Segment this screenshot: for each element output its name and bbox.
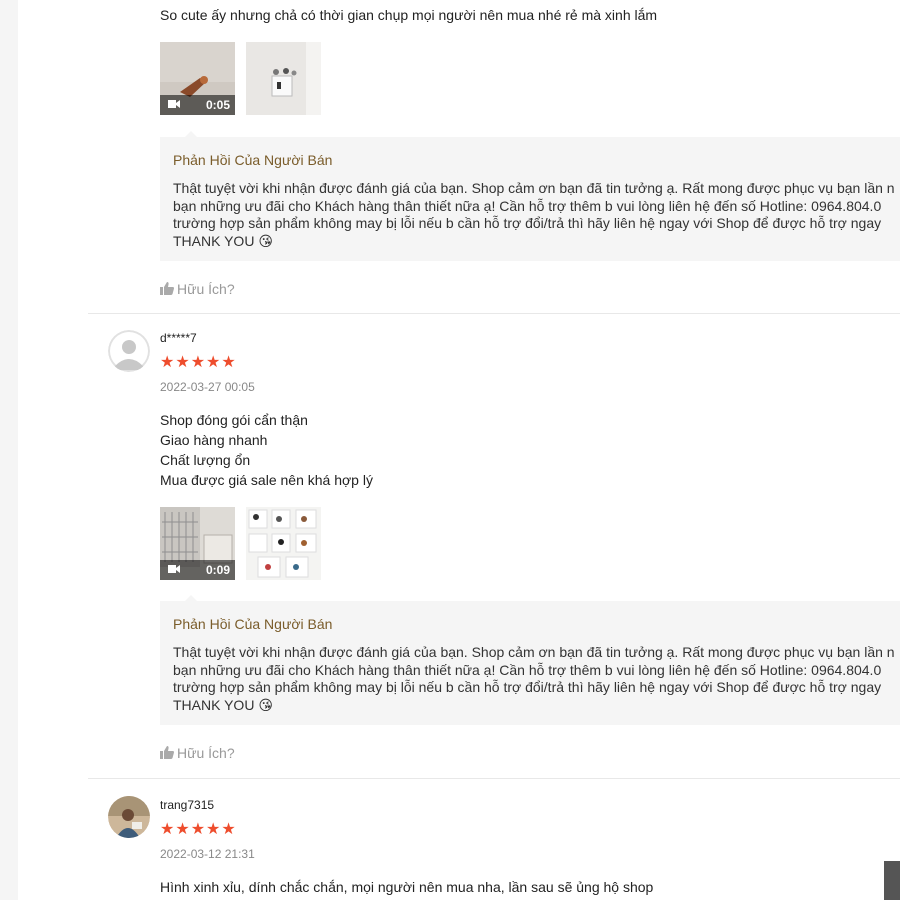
seller-reply-line: trường hợp sản phẩm không may bị lỗi nếu… (173, 215, 882, 231)
seller-reply-line: Thật tuyệt vời khi nhận được đánh giá củ… (173, 644, 895, 660)
seller-reply-line: bạn những ưu đãi cho Khách hàng thân thi… (173, 661, 882, 678)
review-date: 2022-03-27 00:05 (160, 380, 255, 394)
review-text-line: Giao hàng nhanh (160, 432, 268, 448)
seller-reply-body: Thật tuyệt vời khi nhận được đánh giá củ… (173, 180, 900, 250)
rating-stars: ★★★★★ (160, 354, 237, 371)
helpful-button[interactable]: Hữu Ích? (160, 281, 235, 297)
helpful-label: Hữu Ích? (177, 745, 235, 761)
review-image-thumbnail[interactable] (246, 507, 321, 580)
helpful-button[interactable]: Hữu Ích? (160, 745, 235, 761)
review-text-line: Chất lượng ổn (160, 452, 251, 468)
seller-reply-title: Phản Hồi Của Người Bán (173, 152, 333, 168)
review-text-line: Mua được giá sale nên khá hợp lý (160, 472, 373, 488)
review-date: 2022-03-12 21:31 (160, 847, 255, 861)
review-divider (88, 313, 900, 314)
seller-reply: Phản Hồi Của Người Bán Thật tuyệt vời kh… (160, 131, 900, 261)
review-photo (246, 507, 321, 580)
seller-reply: Phản Hồi Của Người Bán Thật tuyệt vời kh… (160, 595, 900, 725)
review-photo (246, 42, 321, 115)
avatar[interactable] (108, 796, 150, 838)
video-camera-icon (168, 100, 180, 108)
review-text-line: Shop đóng gói cẩn thận (160, 412, 308, 428)
review-text: So cute ấy nhưng chả có thời gian chụp m… (160, 7, 658, 23)
seller-reply-line: bạn những ưu đãi cho Khách hàng thân thi… (173, 197, 882, 214)
review-video-thumbnail[interactable]: 0:05 (160, 42, 235, 115)
video-camera-icon (168, 565, 180, 573)
seller-reply-title: Phản Hồi Của Người Bán (173, 616, 333, 632)
reviewer-name[interactable]: trang7315 (160, 798, 214, 812)
review-video-thumbnail[interactable]: 0:09 (160, 507, 235, 580)
helpful-label: Hữu Ích? (177, 281, 235, 297)
video-badge: 0:05 (160, 95, 235, 115)
rating-stars: ★★★★★ (160, 821, 237, 838)
reviews-panel (18, 0, 900, 900)
seller-reply-line: THANK YOU 😘 (173, 232, 273, 249)
thumbs-up-icon (160, 746, 174, 759)
video-badge: 0:09 (160, 560, 235, 580)
user-avatar-photo (108, 796, 150, 838)
seller-reply-line: trường hợp sản phẩm không may bị lỗi nếu… (173, 679, 882, 695)
review-divider (88, 778, 900, 779)
avatar[interactable] (108, 330, 150, 372)
thumbs-up-icon (160, 282, 174, 295)
scroll-to-top-button[interactable] (884, 861, 900, 900)
seller-reply-body: Thật tuyệt vời khi nhận được đánh giá củ… (173, 644, 900, 714)
review-text: Hình xinh xỉu, dính chắc chắn, mọi người… (160, 879, 654, 895)
reviewer-name[interactable]: d*****7 (160, 331, 197, 345)
default-avatar-icon (108, 330, 150, 372)
video-duration: 0:09 (205, 563, 230, 577)
seller-reply-line: THANK YOU 😘 (173, 696, 273, 713)
video-duration: 0:05 (205, 98, 230, 112)
seller-reply-line: Thật tuyệt vời khi nhận được đánh giá củ… (173, 180, 895, 196)
review-image-thumbnail[interactable] (246, 42, 321, 115)
